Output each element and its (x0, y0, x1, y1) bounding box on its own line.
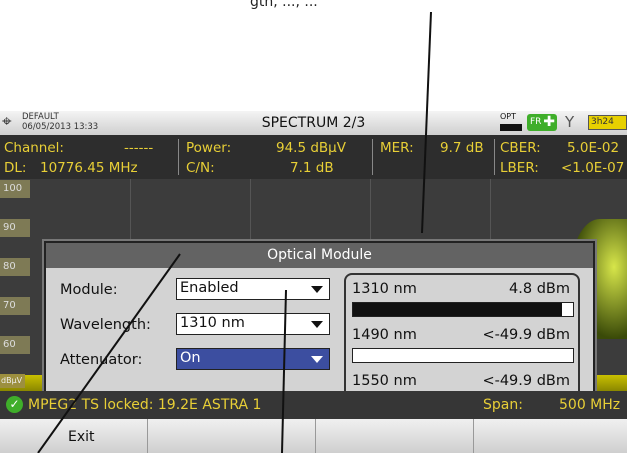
antenna-icon: Y (565, 113, 575, 131)
mer-value: 9.7 dB (440, 140, 484, 156)
cber-label: CBER: (500, 140, 541, 156)
dialog-title: Optical Module (46, 243, 593, 268)
dl-value: 10776.45 MHz (40, 160, 138, 176)
power-reading: <-49.9 dBm (482, 327, 570, 343)
cn-label: C/N: (186, 160, 215, 176)
divider (178, 139, 179, 175)
opt-indicator (500, 124, 522, 131)
spectrum-plot[interactable]: 100 90 80 70 60 dBµV Optical Module Modu… (0, 179, 627, 438)
power-bar (352, 348, 574, 363)
softkey-bar: Exit (0, 419, 627, 453)
module-dropdown[interactable]: Enabled (176, 278, 330, 300)
opt-label: OPT (500, 112, 517, 121)
power-reading: 4.8 dBm (509, 281, 570, 297)
wavelength-label: Wavelength: (60, 317, 151, 333)
softkey-4[interactable] (474, 419, 627, 453)
title-bar: ⌖ DEFAULT 06/05/2013 13:33 SPECTRUM 2/3 … (0, 111, 627, 135)
mer-label: MER: (380, 140, 414, 156)
wavelength-name: 1310 nm (352, 281, 417, 297)
lber-value: <1.0E-07 (561, 160, 625, 176)
exit-softkey[interactable]: Exit (0, 419, 148, 453)
wavelength-dropdown[interactable]: 1310 nm (176, 313, 330, 335)
analyzer-screen: ⌖ DEFAULT 06/05/2013 13:33 SPECTRUM 2/3 … (0, 111, 627, 453)
y-tick: 90 (0, 219, 30, 237)
wavelength-name: 1490 nm (352, 327, 417, 343)
power-value: 94.5 dBµV (276, 140, 347, 156)
chevron-down-icon (311, 356, 323, 363)
cn-value: 7.1 dB (290, 160, 334, 176)
module-value: Enabled (180, 280, 239, 296)
attenuator-value: On (180, 350, 201, 366)
plus-icon: ✚ (543, 114, 555, 130)
softkey-2[interactable] (148, 419, 316, 453)
divider (372, 139, 373, 175)
measurement-panel: Channel: ------ DL: 10776.45 MHz Power: … (0, 135, 627, 179)
power-bar-fill (353, 303, 562, 316)
softkey-3[interactable] (316, 419, 474, 453)
checkmark-icon: ✓ (6, 396, 23, 413)
callout-caption: gth, ..., ... (250, 0, 318, 10)
divider (494, 139, 495, 175)
y-tick: 100 (0, 180, 30, 198)
channel-value: ------ (124, 140, 154, 156)
battery-indicator: 3h24 (588, 115, 627, 130)
y-tick: 80 (0, 258, 30, 276)
fr-label: FR (530, 117, 542, 127)
channel-label: Channel: (4, 140, 64, 156)
power-reading: <-49.9 dBm (482, 373, 570, 389)
power-bar (352, 302, 574, 317)
span-label: Span: (483, 397, 523, 413)
chevron-down-icon (311, 321, 323, 328)
power-label: Power: (186, 140, 232, 156)
fr-badge: FR ✚ (527, 114, 557, 131)
lber-label: LBER: (500, 160, 539, 176)
y-unit: dBµV (0, 374, 25, 388)
y-tick: 60 (0, 336, 30, 354)
attenuator-dropdown[interactable]: On (176, 348, 330, 370)
wavelength-value: 1310 nm (180, 315, 245, 331)
chevron-down-icon (311, 286, 323, 293)
span-value: 500 MHz (559, 397, 621, 413)
wavelength-name: 1550 nm (352, 373, 417, 389)
attenuator-label: Attenuator: (60, 352, 143, 368)
lock-status: MPEG2 TS locked: 19.2E ASTRA 1 (28, 397, 262, 413)
cber-value: 5.0E-02 (567, 140, 620, 156)
y-tick: 70 (0, 297, 30, 315)
status-bar: ✓ MPEG2 TS locked: 19.2E ASTRA 1 Span: 5… (0, 391, 627, 419)
dl-label: DL: (4, 160, 27, 176)
module-label: Module: (60, 282, 118, 298)
